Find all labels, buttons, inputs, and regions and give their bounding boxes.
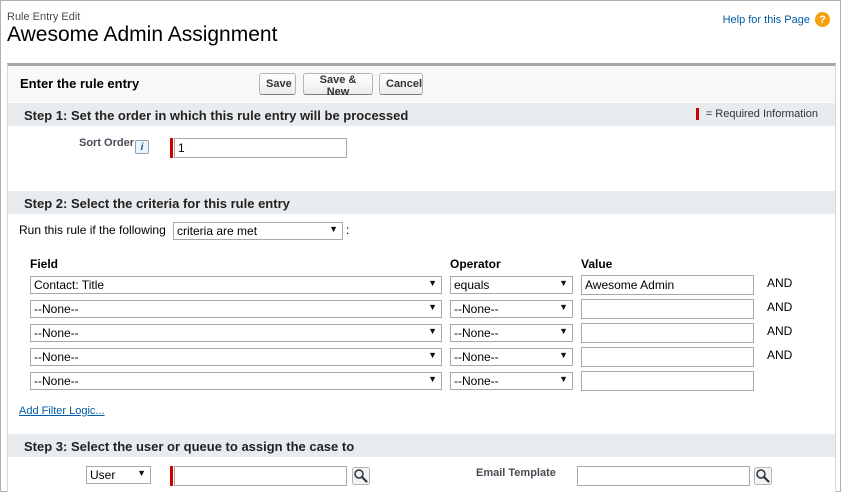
- help-icon[interactable]: ?: [815, 12, 830, 27]
- chevron-down-icon: ▼: [428, 326, 437, 336]
- help-link-container[interactable]: Help for this Page ?: [723, 12, 830, 27]
- page-title: Awesome Admin Assignment: [7, 23, 278, 46]
- operator-select[interactable]: equals ▼: [450, 276, 573, 294]
- operator-select[interactable]: --None-- ▼: [450, 324, 573, 342]
- email-template-label: Email Template: [476, 467, 556, 479]
- operator-select-value: --None--: [454, 350, 499, 364]
- info-icon[interactable]: i: [135, 140, 149, 154]
- required-info-legend: = Required Information: [695, 108, 818, 120]
- value-input[interactable]: [581, 299, 754, 319]
- field-select-value: --None--: [34, 374, 79, 388]
- lookup-icon[interactable]: [352, 467, 370, 485]
- and-label: AND: [767, 276, 793, 290]
- field-select-value: --None--: [34, 350, 79, 364]
- operator-select[interactable]: --None-- ▼: [450, 372, 573, 390]
- save-button[interactable]: Save: [259, 73, 296, 95]
- field-select-value: --None--: [34, 302, 79, 316]
- value-column-header: Value: [581, 257, 613, 271]
- rule-entry-panel: Enter the rule entry Save Save & New Can…: [7, 63, 836, 492]
- email-template-lookup-icon[interactable]: [754, 467, 772, 485]
- assignee-type-value: User: [90, 468, 116, 482]
- panel-header: Enter the rule entry Save Save & New Can…: [8, 66, 835, 102]
- assignee-input[interactable]: [174, 466, 347, 486]
- value-input[interactable]: [581, 323, 754, 343]
- and-label: AND: [767, 324, 793, 338]
- email-template-input[interactable]: [577, 466, 750, 486]
- chevron-down-icon: ▼: [559, 374, 568, 384]
- value-input[interactable]: [581, 347, 754, 367]
- operator-select-value: equals: [454, 278, 490, 292]
- operator-select-value: --None--: [454, 374, 499, 388]
- criteria-colon: :: [346, 223, 350, 237]
- required-indicator-icon: [695, 108, 699, 120]
- step3-header: Step 3: Select the user or queue to assi…: [8, 433, 835, 457]
- step2-title: Step 2: Select the criteria for this rul…: [24, 196, 290, 211]
- criteria-select-value: criteria are met: [177, 224, 258, 238]
- field-select[interactable]: --None-- ▼: [30, 300, 442, 318]
- field-select[interactable]: Contact: Title ▼: [30, 276, 442, 294]
- step1-title: Step 1: Set the order in which this rule…: [24, 108, 409, 123]
- step3-title: Step 3: Select the user or queue to assi…: [24, 439, 355, 454]
- operator-select[interactable]: --None-- ▼: [450, 300, 573, 318]
- run-rule-text: Run this rule if the following: [19, 223, 166, 237]
- chevron-down-icon: ▼: [559, 326, 568, 336]
- chevron-down-icon: ▼: [559, 278, 568, 288]
- field-column-header: Field: [30, 257, 59, 271]
- field-select[interactable]: --None-- ▼: [30, 372, 442, 390]
- assignee-type-select[interactable]: User ▼: [86, 466, 151, 484]
- chevron-down-icon: ▼: [137, 468, 146, 478]
- chevron-down-icon: ▼: [428, 350, 437, 360]
- field-select-value: --None--: [34, 326, 79, 340]
- panel-title: Enter the rule entry: [20, 76, 140, 91]
- operator-select-value: --None--: [454, 302, 499, 316]
- page-frame: Rule Entry Edit Awesome Admin Assignment…: [0, 0, 841, 492]
- sort-order-input[interactable]: 1: [174, 138, 347, 158]
- chevron-down-icon: ▼: [329, 224, 338, 234]
- field-select[interactable]: --None-- ▼: [30, 348, 442, 366]
- assignee-required-bar: [170, 466, 173, 486]
- operator-column-header: Operator: [450, 257, 501, 271]
- add-filter-logic-link[interactable]: Add Filter Logic...: [19, 405, 105, 417]
- step2-header: Step 2: Select the criteria for this rul…: [8, 190, 835, 214]
- operator-select[interactable]: --None-- ▼: [450, 348, 573, 366]
- page-subtitle: Rule Entry Edit: [7, 11, 81, 23]
- required-info-text: = Required Information: [705, 108, 818, 120]
- and-label: AND: [767, 348, 793, 362]
- step1-header: Step 1: Set the order in which this rule…: [8, 102, 835, 126]
- field-select[interactable]: --None-- ▼: [30, 324, 442, 342]
- chevron-down-icon: ▼: [559, 350, 568, 360]
- help-link[interactable]: Help for this Page: [723, 14, 810, 26]
- cancel-button[interactable]: Cancel: [379, 73, 423, 95]
- criteria-select[interactable]: criteria are met ▼: [173, 222, 343, 240]
- value-input[interactable]: [581, 371, 754, 391]
- sort-order-required-bar: [170, 138, 173, 158]
- chevron-down-icon: ▼: [428, 374, 437, 384]
- sort-order-label: Sort Order: [79, 137, 135, 149]
- field-select-value: Contact: Title: [34, 278, 105, 292]
- chevron-down-icon: ▼: [428, 302, 437, 312]
- save-new-button[interactable]: Save & New: [303, 73, 373, 98]
- and-label: AND: [767, 300, 793, 314]
- operator-select-value: --None--: [454, 326, 499, 340]
- chevron-down-icon: ▼: [559, 302, 568, 312]
- chevron-down-icon: ▼: [428, 278, 437, 288]
- value-input[interactable]: Awesome Admin: [581, 275, 754, 295]
